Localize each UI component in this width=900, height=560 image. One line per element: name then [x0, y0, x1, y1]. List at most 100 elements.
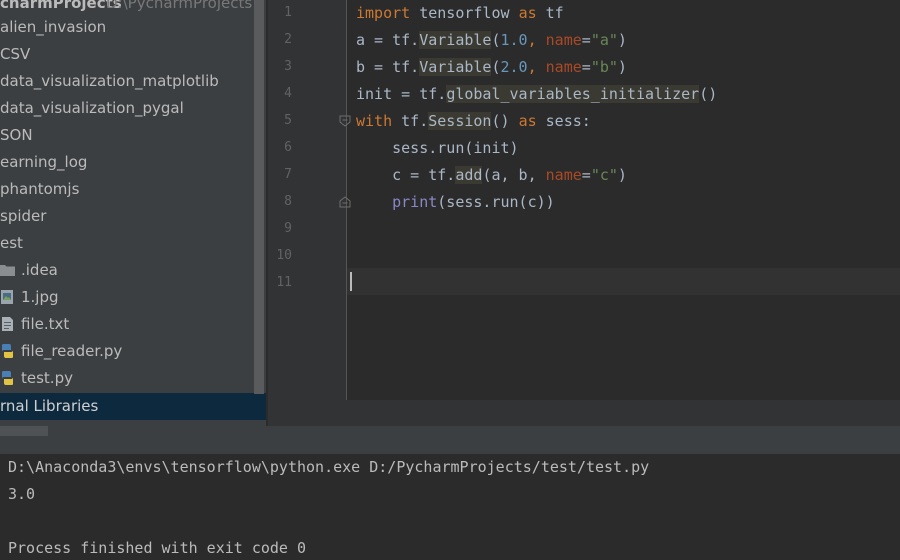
tree-item-csv[interactable]: CSV — [0, 41, 254, 68]
fold-start-icon[interactable] — [339, 115, 351, 127]
python-file-icon — [2, 371, 13, 385]
run-console[interactable]: D:\Anaconda3\envs\tensorflow\python.exe … — [0, 454, 900, 560]
token-text: ) — [617, 58, 627, 76]
code-line-1: import tensorflow as tf — [356, 0, 564, 27]
tree-item-label: alien_invasion — [0, 18, 107, 36]
token-text: () — [491, 112, 519, 130]
text-caret — [350, 272, 352, 291]
tree-item-data-visualization-pygal[interactable]: data_visualization_pygal — [0, 95, 254, 122]
token-function: Variable — [419, 58, 492, 76]
token-keyword: with — [356, 112, 393, 130]
console-line-output: 3.0 — [8, 485, 36, 503]
code-editor[interactable]: 1 2 3 4 5 6 7 8 9 10 11 import tensorflo… — [268, 0, 900, 400]
tree-item-test[interactable]: est — [0, 230, 254, 257]
line-number: 6 — [284, 140, 292, 155]
tree-item-1-jpg[interactable]: 1.jpg — [0, 284, 254, 311]
line-number: 9 — [284, 221, 292, 236]
token-text: ) — [617, 31, 627, 49]
token-text: ( — [491, 31, 501, 49]
tree-item-label: 1.jpg — [21, 288, 59, 306]
token-text: () — [699, 85, 718, 103]
code-line-4: init = tf.global_variables_initializer() — [356, 81, 717, 108]
current-line-highlight — [347, 268, 900, 295]
tree-item-label: file.txt — [21, 315, 70, 333]
editor-gutter: 1 2 3 4 5 6 7 8 9 10 11 — [268, 0, 351, 400]
token-text: tf — [536, 4, 564, 22]
editor-bottom-strip — [268, 400, 900, 426]
tree-item-external-libraries[interactable]: rnal Libraries — [0, 393, 266, 420]
image-file-icon — [1, 290, 13, 304]
code-line-5: with tf.Session() as sess: — [356, 108, 591, 135]
token-function: add — [455, 166, 483, 184]
tree-item-label: CSV — [0, 45, 31, 63]
line-number: 7 — [284, 167, 292, 182]
console-line-command: D:\Anaconda3\envs\tensorflow\python.exe … — [8, 458, 650, 476]
token-function: global_variables_initializer — [446, 85, 700, 103]
line-number: 2 — [284, 32, 292, 47]
token-text: c = tf. — [356, 166, 456, 184]
token-text: = — [581, 166, 591, 184]
token-text: sess: — [536, 112, 591, 130]
token-number: 2.0 — [500, 58, 528, 76]
token-function: Variable — [419, 31, 492, 49]
code-line-6: sess.run(init) — [356, 135, 519, 162]
tree-item-label: SON — [0, 126, 33, 144]
token-string: "a" — [590, 31, 618, 49]
python-file-icon — [2, 344, 13, 358]
tool-window-separator[interactable] — [0, 426, 900, 454]
token-number: 1.0 — [500, 31, 528, 49]
code-line-3: b = tf.Variable(2.0, name="b") — [356, 54, 627, 81]
code-line-2: a = tf.Variable(1.0, name="a") — [356, 27, 627, 54]
token-text: a = tf. — [356, 31, 420, 49]
tree-item-label: data_visualization_matplotlib — [0, 72, 219, 90]
tree-item-data-visualization-matplotlib[interactable]: data_visualization_matplotlib — [0, 68, 254, 95]
token-text: sess.run(init) — [356, 139, 519, 157]
tree-item-label: test.py — [21, 369, 73, 387]
tree-item-file-txt[interactable]: file.txt — [0, 311, 254, 338]
tree-item-alien-invasion[interactable]: alien_invasion — [0, 14, 254, 41]
tree-item-label: spider — [0, 207, 47, 225]
tree-item-label: earning_log — [0, 153, 88, 171]
code-line-7: c = tf.add(a, b, name="c") — [356, 162, 627, 189]
token-text: ( — [491, 58, 501, 76]
token-text: (sess.run(c)) — [437, 193, 555, 211]
folder-icon — [0, 265, 15, 276]
token-builtin: print — [392, 193, 438, 211]
fold-end-icon[interactable] — [339, 196, 351, 208]
token-param: name — [545, 31, 582, 49]
line-number: 3 — [284, 59, 292, 74]
line-number: 1 — [284, 5, 292, 20]
token-text: ) — [617, 166, 627, 184]
token-text: b = tf. — [356, 58, 420, 76]
tree-item-idea[interactable]: .idea — [0, 257, 254, 284]
tree-item-phantomjs[interactable]: phantomjs — [0, 176, 254, 203]
token-comma: , — [527, 58, 546, 76]
tree-item-json[interactable]: SON — [0, 122, 254, 149]
tree-item-test-py[interactable]: test.py — [0, 365, 254, 392]
separator-handle[interactable] — [0, 426, 48, 436]
tree-scrollbar[interactable] — [254, 0, 264, 394]
token-param: name — [545, 58, 582, 76]
token-text: init = tf. — [356, 85, 447, 103]
tree-item-label: est — [0, 234, 23, 252]
tree-item-label: phantomjs — [0, 180, 80, 198]
tree-item-spider[interactable]: spider — [0, 203, 254, 230]
token-text: tensorflow — [410, 4, 519, 22]
tree-item-label: rnal Libraries — [0, 397, 99, 415]
token-text: tf. — [392, 112, 429, 130]
token-text: = — [581, 58, 591, 76]
token-text: = — [581, 31, 591, 49]
tree-item-learning-log[interactable]: earning_log — [0, 149, 254, 176]
line-number: 5 — [284, 113, 292, 128]
line-number: 8 — [284, 194, 292, 209]
token-string: "b" — [590, 58, 618, 76]
tree-item-file-reader-py[interactable]: file_reader.py — [0, 338, 254, 365]
console-line-exit: Process finished with exit code 0 — [8, 539, 307, 557]
token-function: Session — [428, 112, 492, 130]
code-line-8: print(sess.run(c)) — [356, 189, 555, 216]
token-keyword: as — [518, 112, 537, 130]
line-number: 10 — [276, 248, 292, 263]
project-tree-panel: charmProjects D:\PycharmProjects alien_i… — [0, 0, 266, 426]
tree-item-label: .idea — [21, 261, 58, 279]
